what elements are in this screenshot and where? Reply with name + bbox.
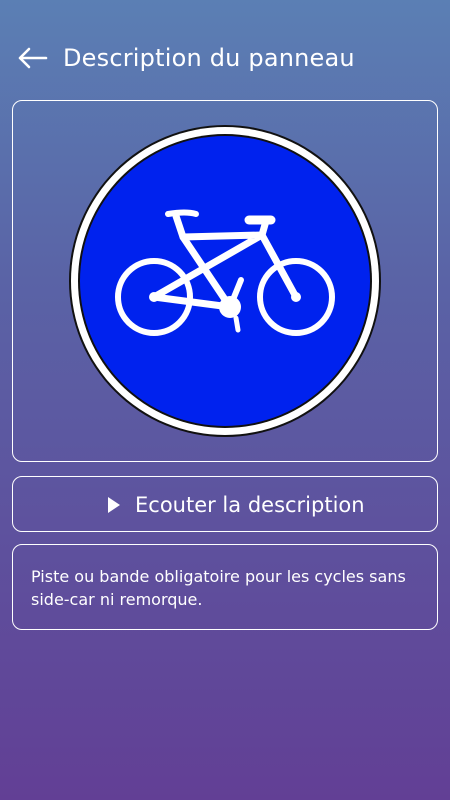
sign-card	[12, 100, 438, 462]
arrow-left-icon	[18, 47, 48, 69]
play-icon	[108, 497, 120, 513]
listen-button[interactable]: Ecouter la description	[12, 476, 438, 532]
app-bar: Description du panneau	[0, 0, 450, 116]
bicycle-crank	[219, 296, 241, 318]
listen-button-label: Ecouter la description	[135, 493, 365, 517]
back-button[interactable]	[14, 40, 50, 76]
bicycle-sign	[69, 125, 381, 437]
page-title: Description du panneau	[63, 44, 355, 72]
description-text: Piste ou bande obligatoire pour les cycl…	[31, 567, 406, 609]
description-card: Piste ou bande obligatoire pour les cycl…	[12, 544, 438, 630]
